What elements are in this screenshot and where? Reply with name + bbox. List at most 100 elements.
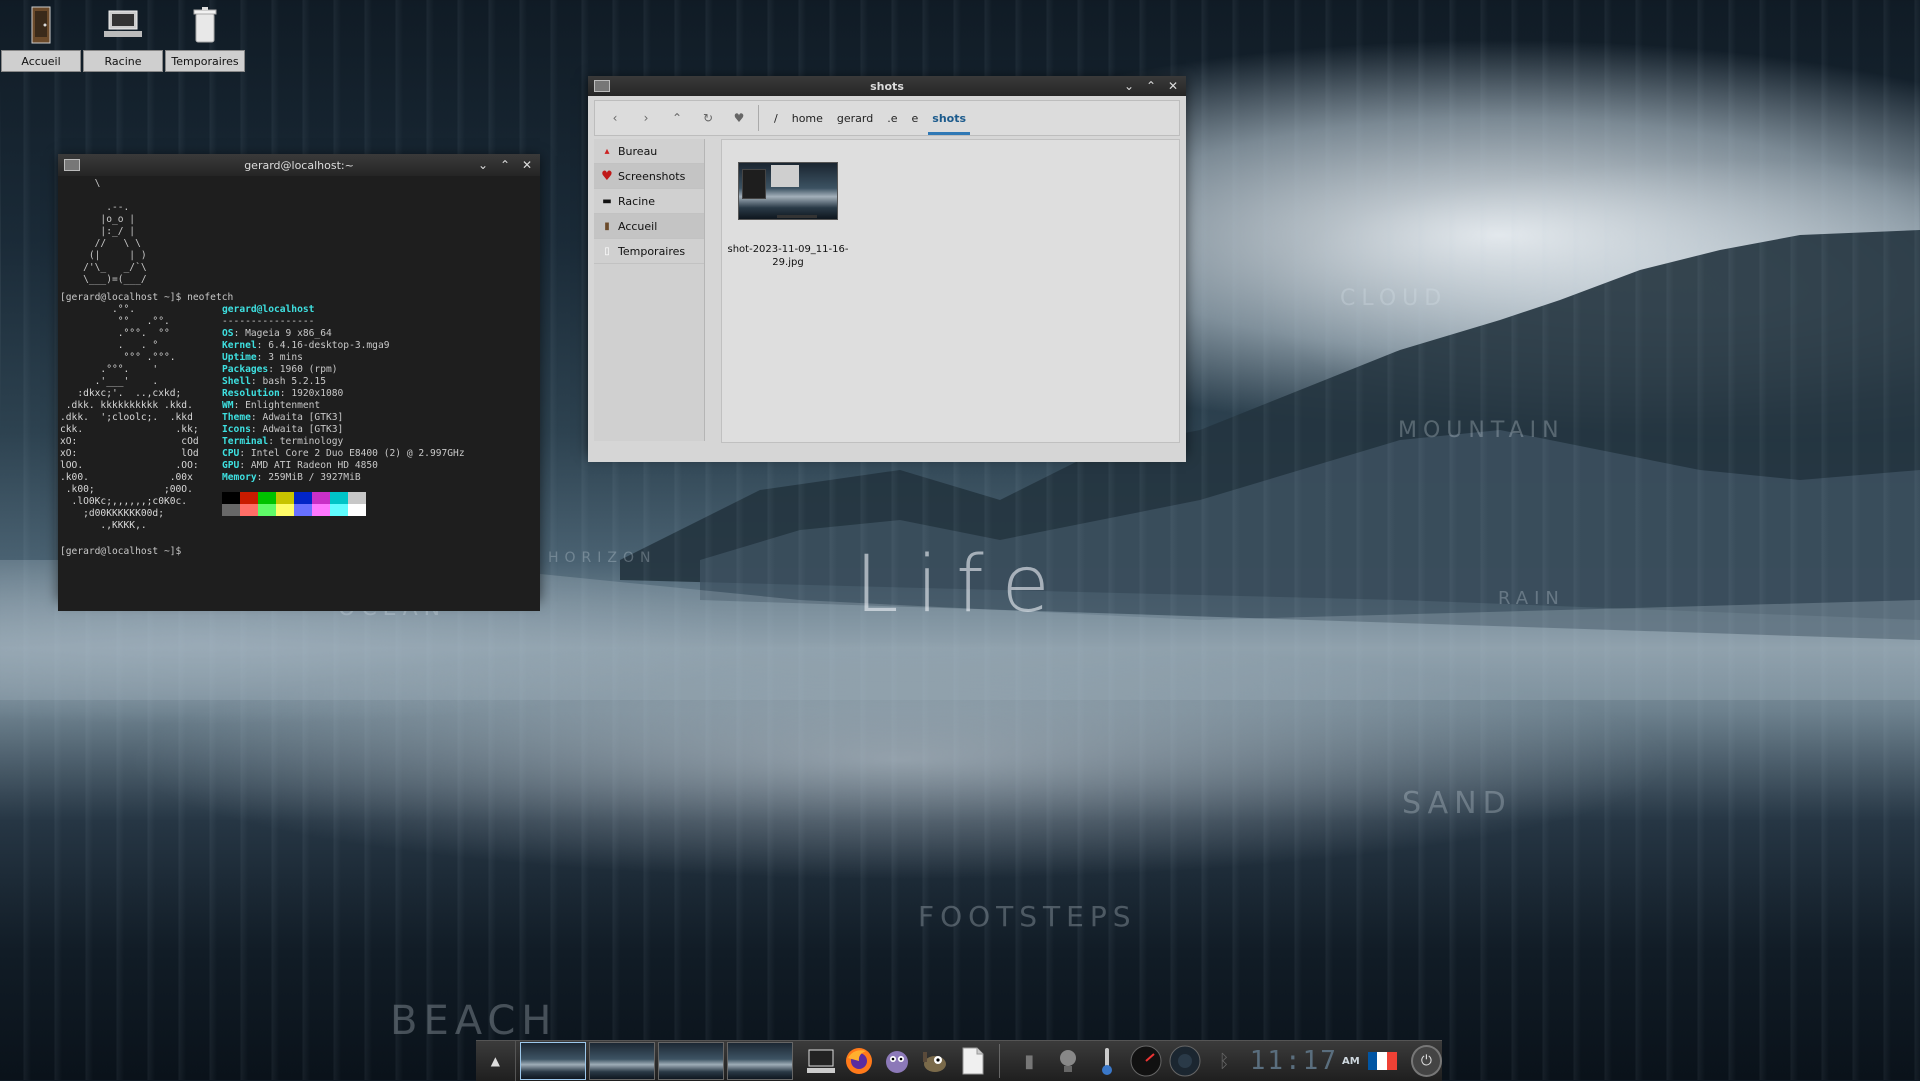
color-swatch xyxy=(312,492,330,504)
minimize-icon[interactable]: ⌄ xyxy=(1122,79,1136,93)
desktop-icon-label: Temporaires xyxy=(165,50,245,72)
color-swatch xyxy=(276,504,294,516)
pager-desktop-2[interactable] xyxy=(588,1042,655,1080)
info-key: Memory xyxy=(222,472,257,483)
breadcrumb-e[interactable]: e xyxy=(912,112,919,125)
desktop-icon-accueil[interactable]: Accueil xyxy=(1,0,81,74)
up-icon[interactable]: ⌃ xyxy=(666,111,688,125)
file-name[interactable]: shot-2023-11-09_11-16-29.jpg xyxy=(724,243,852,269)
breadcrumb-dot-e[interactable]: .e xyxy=(887,112,897,125)
terminal-titlebar[interactable]: gerard@localhost:~ ⌄ ⌃ ✕ xyxy=(58,154,540,176)
info-key: Uptime xyxy=(222,352,257,363)
refresh-icon[interactable]: ↻ xyxy=(697,111,719,125)
neofetch-line: Packages: 1960 (rpm) xyxy=(222,364,338,375)
sidebar-item-accueil[interactable]: ▮ Accueil xyxy=(594,214,704,239)
sidebar-item-label: Bureau xyxy=(618,144,658,158)
info-value: 1920x1080 xyxy=(291,388,344,399)
window-menu-icon[interactable] xyxy=(594,80,610,92)
neofetch-line: Theme: Adwaita [GTK3] xyxy=(222,412,344,423)
user-host: gerard@localhost xyxy=(222,304,315,315)
color-swatch xyxy=(330,504,348,516)
window-title: gerard@localhost:~ xyxy=(244,158,354,172)
breadcrumb-root[interactable]: / xyxy=(774,112,778,125)
color-swatch xyxy=(240,504,258,516)
breadcrumb-gerard[interactable]: gerard xyxy=(837,112,873,125)
maximize-icon[interactable]: ⌃ xyxy=(1144,79,1158,93)
mixer-icon[interactable] xyxy=(1169,1044,1202,1078)
terminal-window[interactable]: gerard@localhost:~ ⌄ ⌃ ✕ \ .--. |o_o | |… xyxy=(58,154,540,611)
neofetch-line: OS: Mageia 9 x86_64 xyxy=(222,328,332,339)
bluetooth-icon[interactable]: ᛒ xyxy=(1208,1044,1241,1078)
files-icon[interactable] xyxy=(957,1045,989,1077)
maximize-icon[interactable]: ⌃ xyxy=(498,158,512,172)
app-launchers xyxy=(805,1045,989,1077)
info-value: 3 mins xyxy=(268,352,303,363)
color-swatch xyxy=(312,504,330,516)
pager-desktop-3[interactable] xyxy=(657,1042,724,1080)
thermometer-icon[interactable] xyxy=(1091,1044,1124,1078)
back-icon[interactable]: ‹ xyxy=(604,111,626,125)
neofetch-line: Uptime: 3 mins xyxy=(222,352,303,363)
firefox-icon[interactable] xyxy=(843,1045,875,1077)
sidebar-item-bureau[interactable]: ▴ Bureau xyxy=(594,139,704,164)
gimp-icon[interactable] xyxy=(919,1045,951,1077)
info-value: Intel Core 2 Duo E8400 (2) @ 2.997GHz xyxy=(250,448,465,459)
pager-desktop-4[interactable] xyxy=(726,1042,793,1080)
wallpaper-word-mountain: MOUNTAIN xyxy=(1398,418,1565,443)
color-swatch xyxy=(240,492,258,504)
forward-icon[interactable]: › xyxy=(635,111,657,125)
power-icon[interactable]: ⏻ xyxy=(1410,1045,1442,1077)
clock[interactable]: 11:17 AM xyxy=(1250,1046,1360,1076)
close-icon[interactable]: ✕ xyxy=(520,158,534,172)
neofetch-line: CPU: Intel Core 2 Duo E8400 (2) @ 2.997G… xyxy=(222,448,465,459)
clock-ampm: AM xyxy=(1341,1055,1360,1067)
sidebar-item-label: Screenshots xyxy=(618,169,686,183)
filemanager-titlebar[interactable]: shots ⌄ ⌃ ✕ xyxy=(588,76,1186,96)
sidebar-item-screenshots[interactable]: ♥ Screenshots xyxy=(594,164,704,189)
info-key: WM xyxy=(222,400,234,411)
terminal-icon[interactable] xyxy=(805,1045,837,1077)
home-icon: ▮ xyxy=(604,220,610,232)
desktop-icon-racine[interactable]: Racine xyxy=(83,0,163,74)
neofetch-info: gerard@localhost ---------------- OS: Ma… xyxy=(222,304,465,532)
wallpaper-word-cloud: CLOUD xyxy=(1340,286,1448,311)
wallpaper-word-sand: SAND xyxy=(1402,786,1512,821)
filemanager-window[interactable]: shots ⌄ ⌃ ✕ ‹ › ⌃ ↻ ♥ / home gerard .e e… xyxy=(588,76,1186,462)
trash-icon xyxy=(165,0,245,50)
file-thumbnail[interactable] xyxy=(738,162,838,220)
neofetch-line: Kernel: 6.4.16-desktop-3.mga9 xyxy=(222,340,390,351)
divider: ---------------- xyxy=(222,316,315,327)
breadcrumb-home[interactable]: home xyxy=(792,112,823,125)
close-icon[interactable]: ✕ xyxy=(1166,79,1180,93)
sidebar-item-label: Temporaires xyxy=(618,244,686,258)
info-key: Terminal xyxy=(222,436,269,447)
desktop-pager xyxy=(519,1042,793,1080)
chevron-up-icon[interactable]: ▲ xyxy=(476,1041,516,1081)
color-swatch xyxy=(348,492,366,504)
lightbulb-icon[interactable] xyxy=(1052,1044,1085,1078)
terminal-body[interactable]: \ .--. |o_o | |:_/ | // \ \ (| | ) /'\_ … xyxy=(58,176,540,611)
neofetch-line: Icons: Adwaita [GTK3] xyxy=(222,424,344,435)
pidgin-icon[interactable] xyxy=(881,1045,913,1077)
filemanager-sidebar: ▴ Bureau ♥ Screenshots ▬ Racine ▮ Accueil ▯ T… xyxy=(594,139,705,441)
desktop-icon-temporaires[interactable]: Temporaires xyxy=(165,0,245,74)
battery-icon[interactable]: ▮ xyxy=(1013,1044,1046,1078)
cpu-gauge-icon[interactable] xyxy=(1130,1044,1163,1078)
wallpaper-word-rain: RAIN xyxy=(1498,588,1565,609)
minimize-icon[interactable]: ⌄ xyxy=(476,158,490,172)
desktop-icon-label: Racine xyxy=(83,50,163,72)
window-menu-icon[interactable] xyxy=(64,159,80,171)
wallpaper-word-beach: BEACH xyxy=(390,998,558,1044)
mageia-ascii-logo: .°°. °° .°°. .°°°. °° . . ° °°° .°°°. .°… xyxy=(60,304,199,531)
info-value: Adwaita [GTK3] xyxy=(262,424,344,435)
breadcrumb-shots[interactable]: shots xyxy=(928,112,970,135)
sidebar-item-racine[interactable]: ▬ Racine xyxy=(594,189,704,214)
keyboard-layout-flag-icon[interactable] xyxy=(1367,1052,1397,1070)
file-view[interactable]: shot-2023-11-09_11-16-29.jpg xyxy=(721,139,1180,443)
info-key: Resolution xyxy=(222,388,280,399)
pager-desktop-1[interactable] xyxy=(519,1042,586,1080)
tux-ascii-art: \ .--. |o_o | |:_/ | // \ \ (| | ) /'\_ … xyxy=(83,178,147,285)
desktop-icon: ▴ xyxy=(604,145,610,157)
sidebar-item-temporaires[interactable]: ▯ Temporaires xyxy=(594,239,704,264)
bookmark-icon[interactable]: ♥ xyxy=(728,111,750,125)
